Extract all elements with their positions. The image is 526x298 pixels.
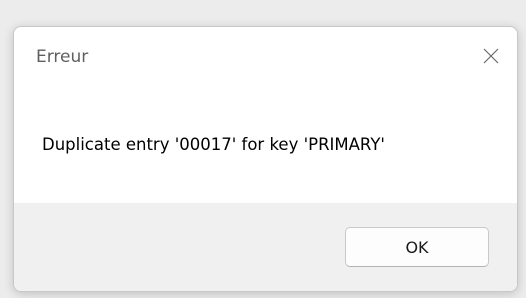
dialog-titlebar: Erreur <box>14 27 517 91</box>
dialog-footer: OK <box>14 203 517 291</box>
ok-button[interactable]: OK <box>345 227 489 267</box>
dialog-title: Erreur <box>36 47 89 67</box>
error-dialog: Erreur Duplicate entry '00017' for key '… <box>13 26 518 292</box>
close-button[interactable] <box>471 37 511 75</box>
close-icon <box>483 48 499 64</box>
error-message: Duplicate entry '00017' for key 'PRIMARY… <box>42 135 385 154</box>
